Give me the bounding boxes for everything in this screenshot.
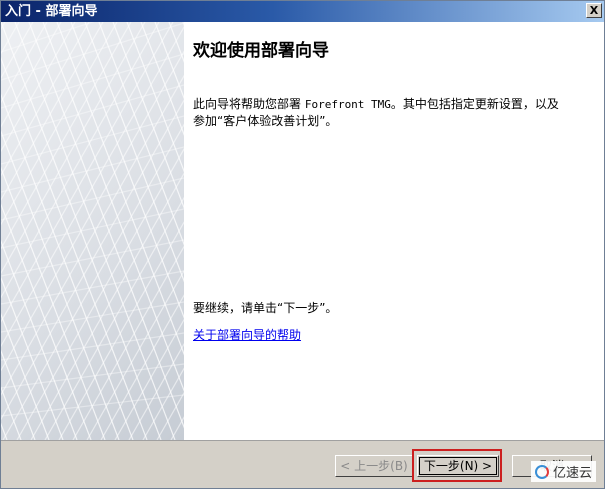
page-title: 欢迎使用部署向导 [193, 41, 329, 61]
watermark: 亿速云 [530, 461, 596, 482]
product-name: Forefront TMG [304, 98, 391, 111]
decorative-mesh-image [1, 22, 184, 440]
title-bar[interactable]: 入门 - 部署向导 X [1, 1, 604, 22]
continue-instruction: 要继续，请单击“下一步”。 [193, 301, 338, 315]
wizard-side-graphic [1, 22, 184, 440]
back-button[interactable]: < 上一步(B) [335, 455, 413, 477]
window-title: 入门 - 部署向导 [5, 4, 98, 19]
description-text-1: 此向导将帮助您部署 [193, 97, 305, 111]
next-button[interactable]: 下一步(N) > [417, 455, 499, 477]
help-link[interactable]: 关于部署向导的帮助 [193, 326, 301, 343]
wizard-description: 此向导将帮助您部署 Forefront TMG。其中包括指定更新设置，以及参加“… [193, 96, 563, 129]
close-icon: X [589, 4, 599, 17]
wizard-content: 欢迎使用部署向导 此向导将帮助您部署 Forefront TMG。其中包括指定更… [184, 22, 604, 440]
close-button[interactable]: X [586, 3, 602, 18]
wizard-footer: < 上一步(B) 下一步(N) > 取消 亿速云 [1, 440, 604, 488]
yisu-logo-icon [534, 464, 549, 479]
wizard-window: 入门 - 部署向导 X 欢迎使用部署向导 此向导将帮助您部署 Forefront… [0, 0, 605, 489]
watermark-text: 亿速云 [552, 466, 592, 481]
